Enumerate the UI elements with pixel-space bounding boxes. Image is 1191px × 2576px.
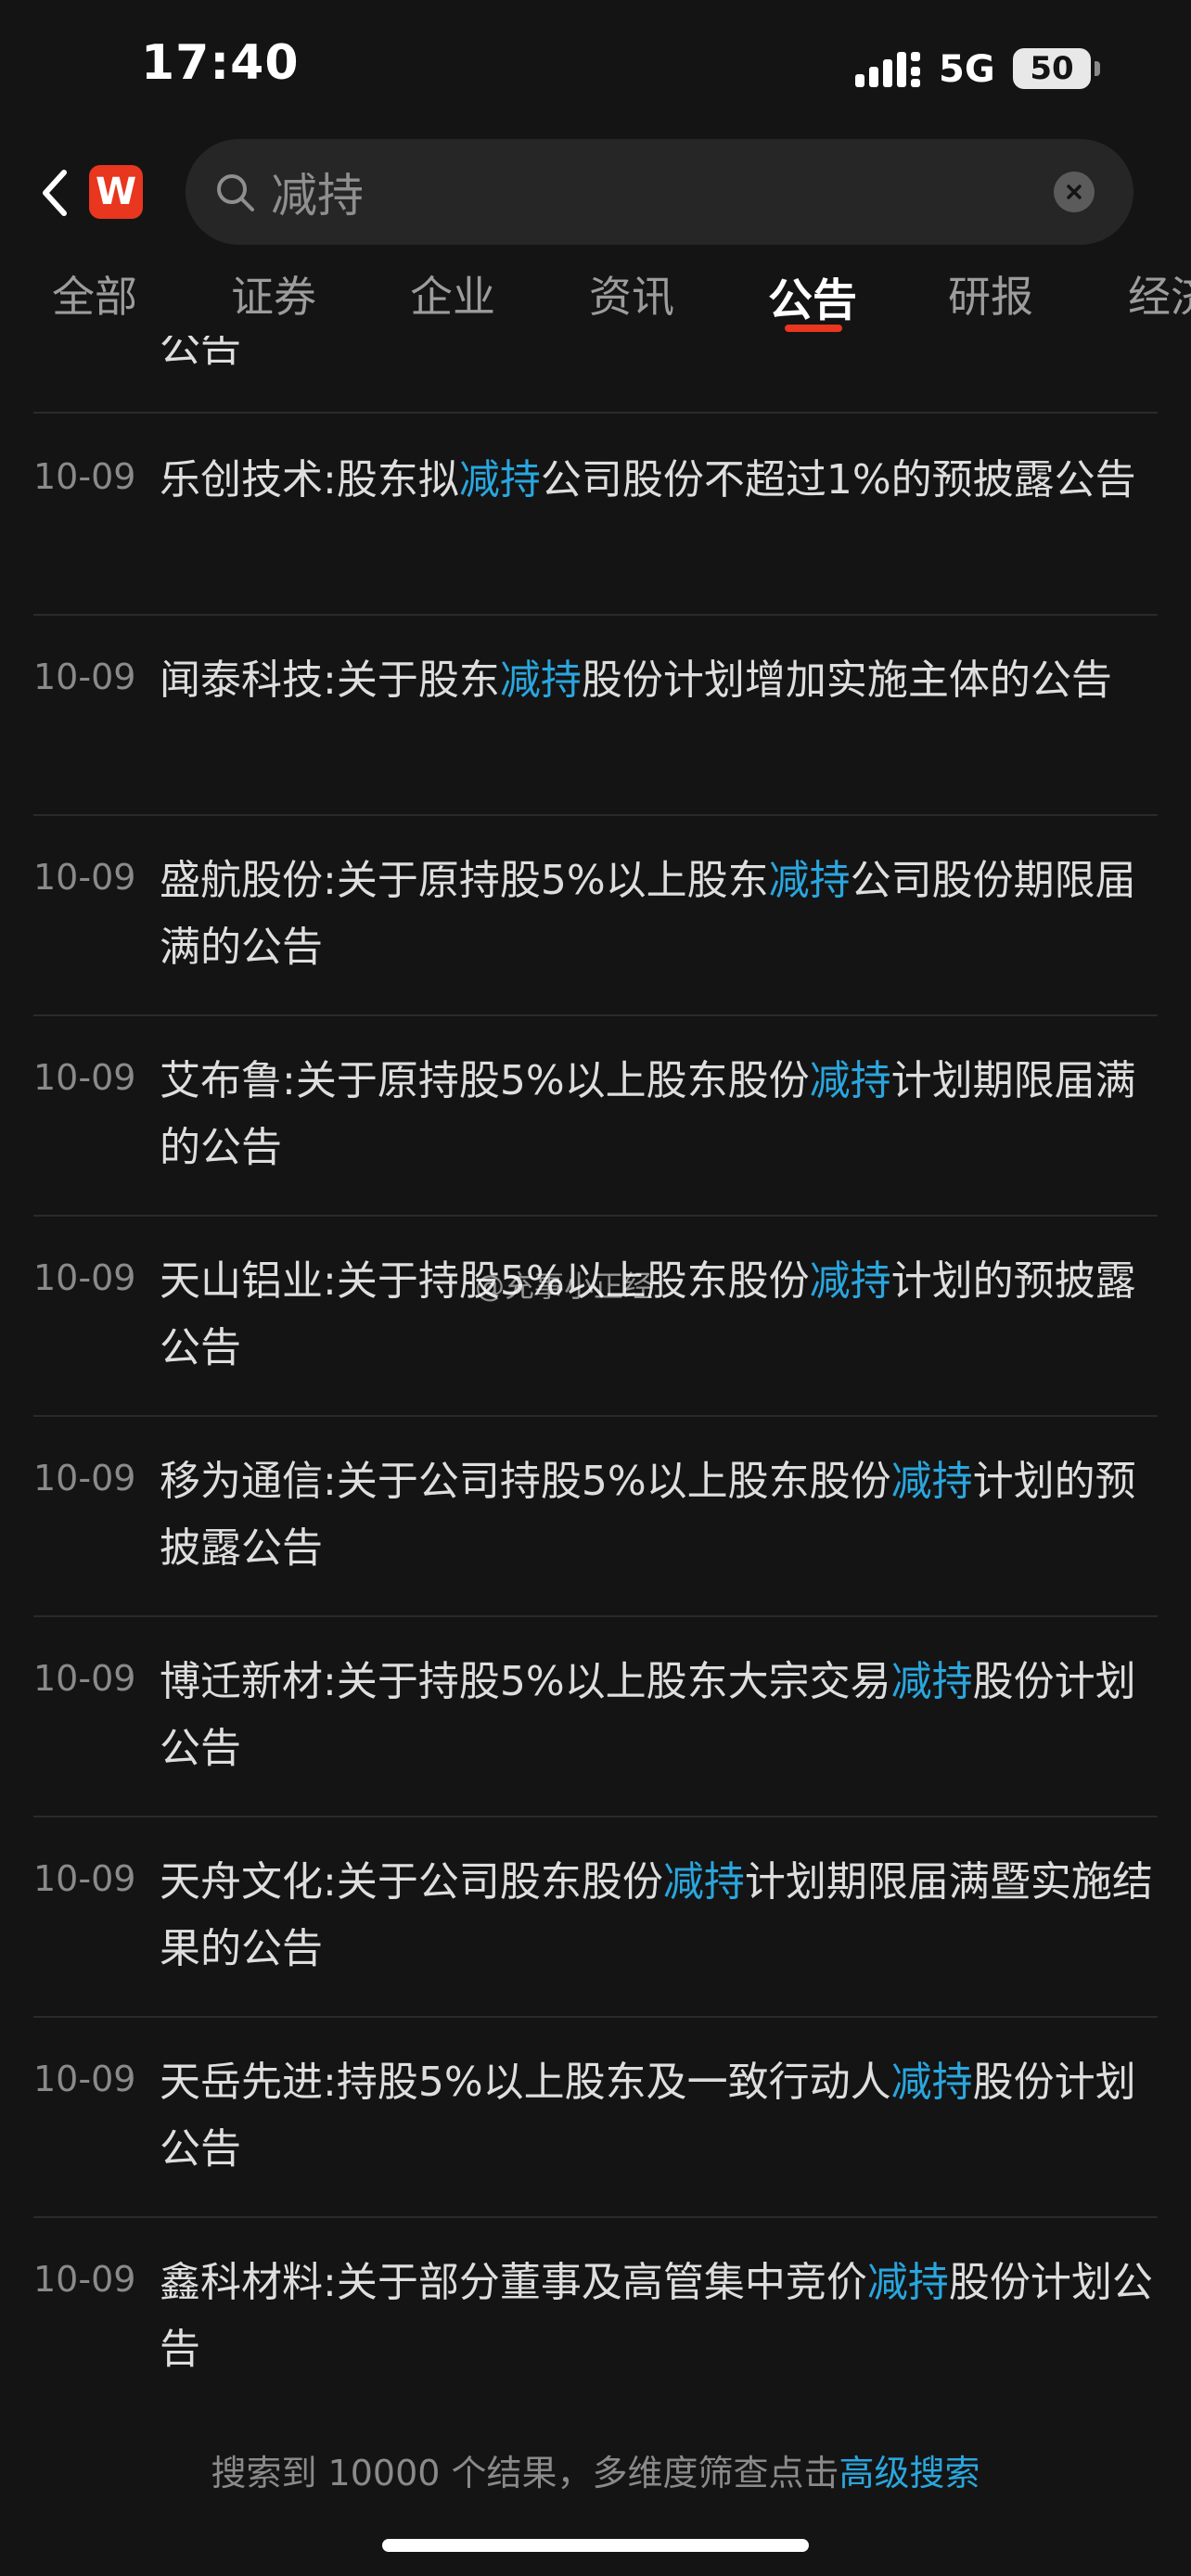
list-item-title: 鑫科材料:关于部分董事及高管集中竞价减持股份计划公告 bbox=[160, 2259, 1153, 2373]
keyword-highlight: 减持 bbox=[809, 1057, 891, 1104]
category-tabs: 全部 证券 企业 资讯 公告 研报 经济 bbox=[0, 256, 1191, 336]
list-item-date: 10-09 bbox=[33, 657, 136, 697]
keyword-highlight: 减持 bbox=[890, 2059, 973, 2106]
keyword-highlight: 减持 bbox=[662, 1858, 745, 1906]
announcement-list: 公告 10-09 乐创技术:股东拟减持公司股份不超过1%的预披露公告 10-09… bbox=[0, 336, 1191, 2417]
keyword-highlight: 减持 bbox=[458, 456, 541, 504]
battery-tip bbox=[1095, 61, 1100, 76]
signal-strength-icon bbox=[855, 52, 920, 87]
list-item[interactable]: 10-09 闻泰科技:关于股东减持股份计划增加实施主体的公告 bbox=[33, 616, 1158, 816]
tab-securities[interactable]: 证券 bbox=[231, 263, 316, 325]
search-icon bbox=[217, 174, 254, 211]
search-box[interactable] bbox=[186, 139, 1133, 245]
results-summary: 搜索到 10000 个结果，多维度筛查点击高级搜索 bbox=[211, 2453, 980, 2493]
list-item-title: 天岳先进:持股5%以上股东及一致行动人减持股份计划公告 bbox=[160, 2059, 1136, 2173]
home-indicator[interactable] bbox=[382, 2539, 809, 2552]
tab-economy[interactable]: 经济 bbox=[1128, 263, 1191, 325]
list-item-date: 10-09 bbox=[33, 1257, 136, 1298]
tab-announcements[interactable]: 公告 bbox=[768, 263, 857, 328]
back-button[interactable] bbox=[26, 156, 82, 230]
list-item[interactable]: 10-09 艾布鲁:关于原持股5%以上股东股份减持计划期限届满的公告 bbox=[33, 1016, 1158, 1217]
keyword-highlight: 减持 bbox=[890, 1658, 973, 1705]
list-item-partial[interactable]: 公告 bbox=[33, 336, 1158, 414]
list-item-title: 闻泰科技:关于股东减持股份计划增加实施主体的公告 bbox=[160, 657, 1112, 704]
list-item-title: 天山铝业:关于持股5%以上股东股份减持计划的预披露公告 bbox=[160, 1257, 1136, 1371]
list-item-title: 艾布鲁:关于原持股5%以上股东股份减持计划期限届满的公告 bbox=[160, 1057, 1136, 1171]
battery-icon: 50 bbox=[1013, 48, 1091, 89]
list-item[interactable]: 10-09 移为通信:关于公司持股5%以上股东股份减持计划的预披露公告 bbox=[33, 1417, 1158, 1617]
list-item[interactable]: 10-09 博迁新材:关于持股5%以上股东大宗交易减持股份计划公告 bbox=[33, 1617, 1158, 1817]
keyword-highlight: 减持 bbox=[866, 2259, 949, 2306]
weibo-watermark: @充事小正经 bbox=[475, 1269, 654, 1304]
tab-research[interactable]: 研报 bbox=[948, 263, 1033, 325]
list-item-date: 10-09 bbox=[33, 2059, 136, 2099]
list-item-date: 10-09 bbox=[33, 456, 136, 497]
search-input[interactable] bbox=[271, 158, 994, 226]
list-item-title: 盛航股份:关于原持股5%以上股东减持公司股份期限届满的公告 bbox=[160, 857, 1136, 971]
status-time: 17:40 bbox=[141, 35, 300, 91]
list-item-date: 10-09 bbox=[33, 1458, 136, 1498]
list-item[interactable]: 10-09 盛航股份:关于原持股5%以上股东减持公司股份期限届满的公告 bbox=[33, 816, 1158, 1016]
keyword-highlight: 减持 bbox=[768, 857, 851, 904]
list-item[interactable]: 10-09 天岳先进:持股5%以上股东及一致行动人减持股份计划公告 bbox=[33, 2018, 1158, 2218]
status-bar: 17:40 5G 50 bbox=[0, 0, 1191, 139]
list-item-title: 博迁新材:关于持股5%以上股东大宗交易减持股份计划公告 bbox=[160, 1658, 1136, 1772]
list-item[interactable]: 10-09 天山铝业:关于持股5%以上股东股份减持计划的预披露公告 bbox=[33, 1217, 1158, 1417]
list-item-title: 公告 bbox=[160, 336, 241, 371]
tab-companies[interactable]: 企业 bbox=[410, 263, 495, 325]
keyword-highlight: 减持 bbox=[809, 1257, 891, 1305]
list-item[interactable]: 10-09 乐创技术:股东拟减持公司股份不超过1%的预披露公告 bbox=[33, 415, 1158, 616]
list-item-date: 10-09 bbox=[33, 1858, 136, 1899]
list-item-title: 移为通信:关于公司持股5%以上股东股份减持计划的预披露公告 bbox=[160, 1458, 1136, 1572]
tab-news[interactable]: 资讯 bbox=[589, 263, 674, 325]
advanced-search-link[interactable]: 高级搜索 bbox=[839, 2453, 980, 2493]
keyword-highlight: 减持 bbox=[890, 1458, 973, 1505]
list-item-date: 10-09 bbox=[33, 2259, 136, 2300]
list-item-title: 天舟文化:关于公司股东股份减持计划期限届满暨实施结果的公告 bbox=[160, 1858, 1153, 1972]
keyword-highlight: 减持 bbox=[499, 657, 582, 704]
list-item[interactable]: 10-09 天舟文化:关于公司股东股份减持计划期限届满暨实施结果的公告 bbox=[33, 1817, 1158, 2018]
list-item-date: 10-09 bbox=[33, 857, 136, 898]
list-item-title: 乐创技术:股东拟减持公司股份不超过1%的预披露公告 bbox=[160, 456, 1136, 504]
close-icon bbox=[1067, 185, 1082, 199]
active-tab-indicator bbox=[785, 325, 842, 332]
list-item[interactable]: 10-09 鑫科材料:关于部分董事及高管集中竞价减持股份计划公告 bbox=[33, 2218, 1158, 2417]
chevron-left-icon bbox=[43, 170, 67, 216]
tab-all[interactable]: 全部 bbox=[52, 263, 137, 325]
network-type: 5G bbox=[939, 48, 995, 91]
list-item-date: 10-09 bbox=[33, 1057, 136, 1098]
app-logo[interactable]: W bbox=[89, 165, 143, 219]
list-item-date: 10-09 bbox=[33, 1658, 136, 1699]
clear-search-button[interactable] bbox=[1054, 172, 1095, 212]
